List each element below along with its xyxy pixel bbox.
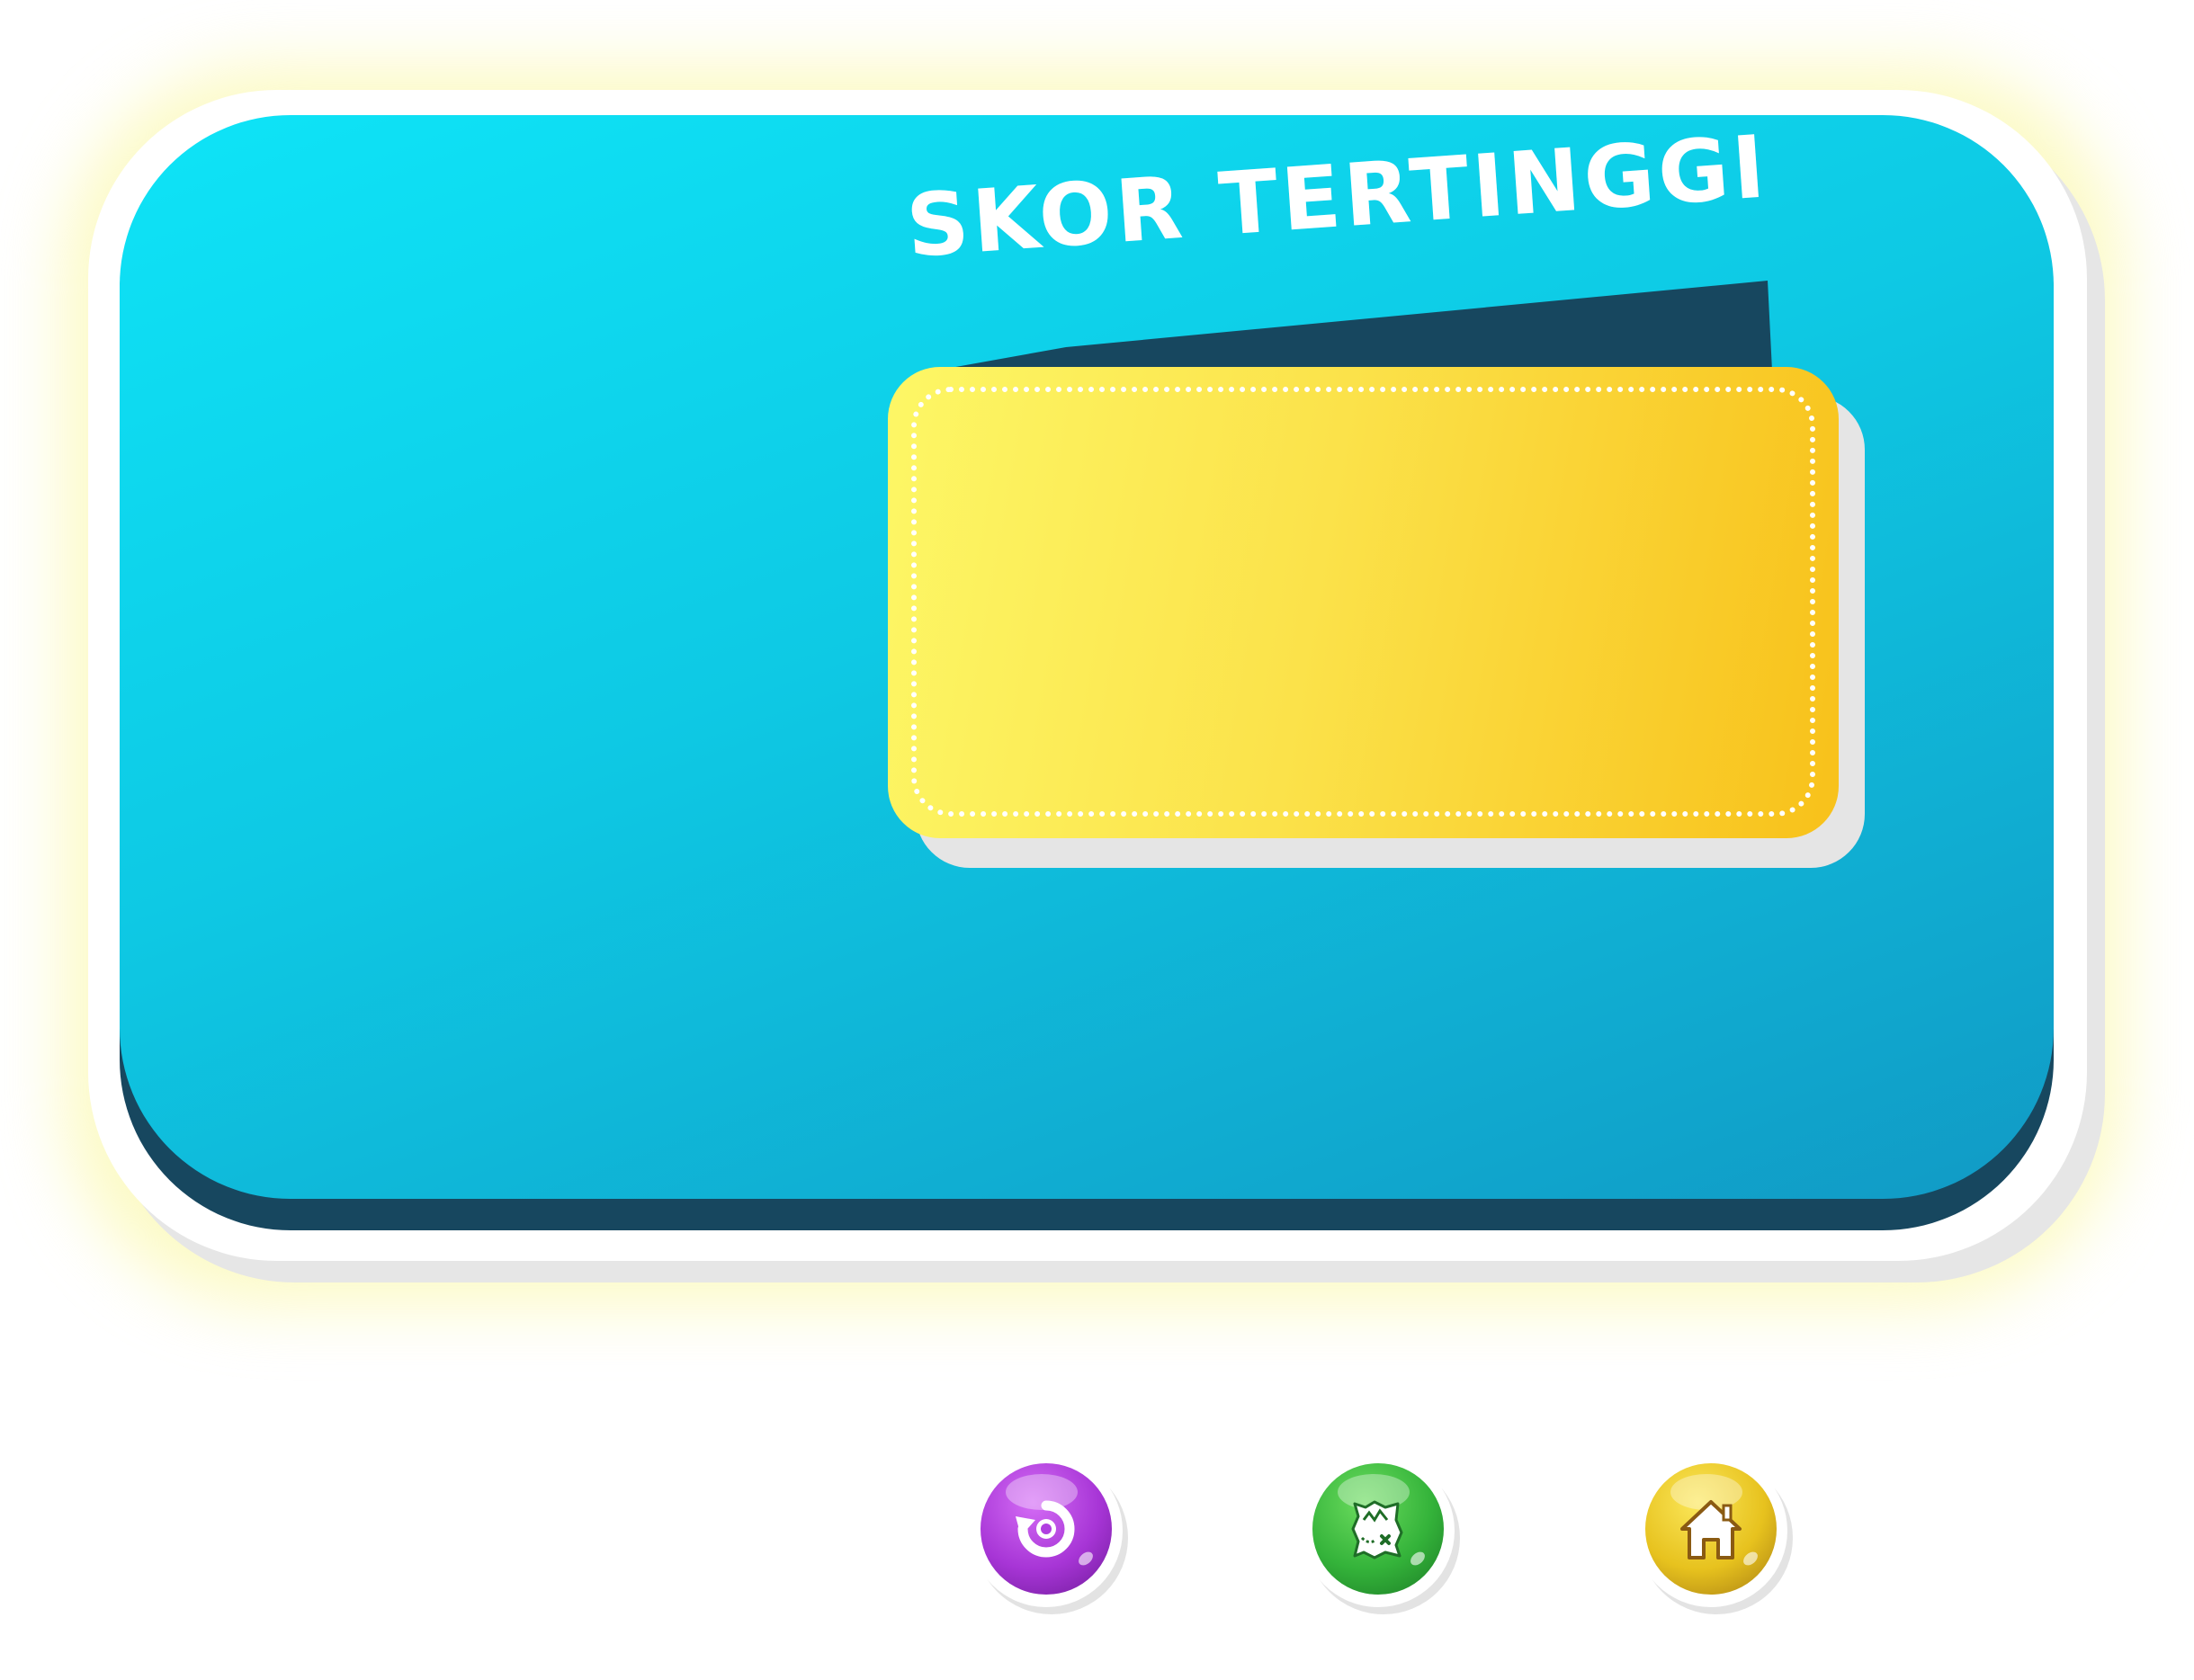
retry-icon bbox=[1016, 1500, 1075, 1558]
retry-button[interactable] bbox=[970, 1454, 1123, 1607]
high-score-value bbox=[888, 367, 1839, 838]
game-over-screen: SKOR TERTINGGI bbox=[0, 0, 2194, 1680]
home-button[interactable] bbox=[1634, 1454, 1787, 1607]
map-button[interactable] bbox=[1302, 1454, 1455, 1607]
home-icon bbox=[1680, 1500, 1742, 1559]
map-icon bbox=[1351, 1500, 1403, 1559]
